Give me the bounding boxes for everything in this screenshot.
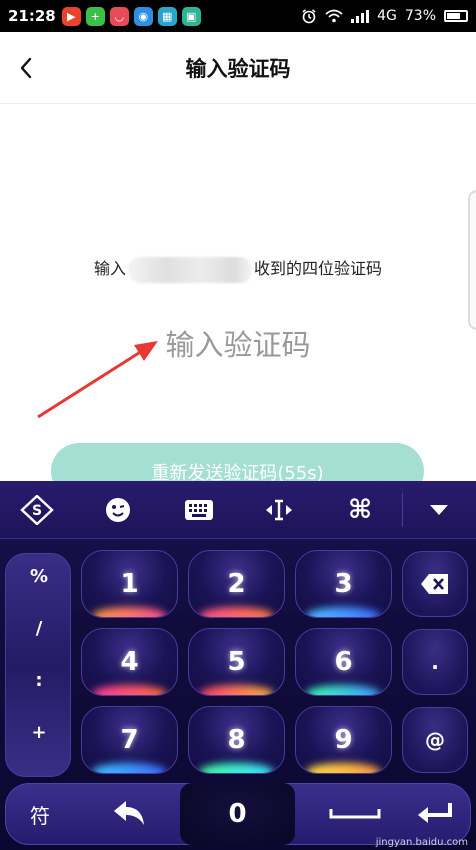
symbol-key[interactable]: %	[6, 566, 72, 587]
annotation-arrow-icon	[37, 341, 158, 419]
redacted-phone-number	[128, 256, 252, 283]
symbol-key[interactable]: +	[6, 722, 72, 743]
undo-arrow-icon	[114, 801, 144, 825]
chevron-left-icon	[20, 57, 32, 79]
verification-prompt: 输入 收到的四位验证码	[0, 255, 476, 283]
key-7[interactable]: 7	[81, 706, 178, 774]
plus-app-icon: +	[85, 6, 105, 26]
collapse-icon[interactable]	[422, 495, 456, 525]
prompt-prefix: 输入	[93, 259, 126, 278]
network-type: 4G	[377, 8, 397, 24]
watermark-text: jingyan.baidu.com	[375, 837, 468, 848]
scan-app-icon: ▣	[181, 6, 201, 26]
alarm-icon	[302, 9, 316, 24]
symbol-key[interactable]: /	[6, 618, 72, 639]
at-key[interactable]: @	[402, 707, 468, 773]
toolbar-divider	[402, 493, 403, 527]
key-1[interactable]: 1	[81, 550, 178, 618]
key-4[interactable]: 4	[81, 628, 178, 696]
keyboard-toolbar: S ⌘	[0, 481, 476, 539]
return-key[interactable]	[100, 789, 160, 839]
symbol-column: % / : +	[5, 553, 71, 777]
status-right: 4G 73%	[301, 8, 468, 24]
key-5[interactable]: 5	[188, 628, 285, 696]
soft-keyboard: S ⌘ % /: + 1 2 3 4 5 6 7 8 9 . @ 符 0 ji…	[0, 481, 476, 850]
camera-app-icon: ◉	[133, 6, 153, 26]
header: 输入验证码	[0, 32, 476, 104]
keyboard-app-icon: ▦	[157, 6, 177, 26]
keyboard-icon[interactable]	[182, 495, 216, 525]
video-app-icon: ▶	[61, 6, 81, 26]
space-key[interactable]	[320, 789, 390, 839]
cursor-move-icon[interactable]	[262, 495, 296, 525]
backspace-icon	[421, 574, 448, 594]
battery-icon	[444, 10, 468, 22]
prompt-suffix: 收到的四位验证码	[254, 259, 383, 278]
screen: 21:28 ▶ + ◡ ◉ ▦ ▣ 4G 73% 输入验证码 输入 收到的四位验…	[0, 0, 476, 850]
space-bar-icon	[329, 809, 381, 819]
symbol-key[interactable]: :	[6, 670, 72, 691]
status-time: 21:28	[8, 7, 56, 25]
notification-icons: ▶ + ◡ ◉ ▦ ▣	[61, 6, 201, 26]
enter-icon	[418, 803, 452, 823]
symbols-key[interactable]: 符	[10, 789, 70, 839]
command-icon[interactable]: ⌘	[343, 495, 377, 525]
sogou-logo-icon[interactable]: S	[20, 495, 54, 525]
status-bar: 21:28 ▶ + ◡ ◉ ▦ ▣ 4G 73%	[0, 0, 476, 32]
signal-icon	[351, 9, 370, 23]
shop-app-icon: ◡	[109, 6, 129, 26]
wifi-icon	[325, 9, 343, 23]
page-title: 输入验证码	[185, 56, 291, 81]
key-8[interactable]: 8	[188, 706, 285, 774]
battery-percent: 73%	[404, 8, 436, 24]
key-3[interactable]: 3	[295, 550, 392, 618]
emoji-icon[interactable]	[101, 495, 135, 525]
key-0[interactable]: 0	[195, 789, 280, 839]
key-2[interactable]: 2	[188, 550, 285, 618]
enter-key[interactable]	[405, 789, 465, 839]
key-6[interactable]: 6	[295, 628, 392, 696]
dot-key[interactable]: .	[402, 629, 468, 695]
backspace-key[interactable]	[402, 551, 468, 617]
back-button[interactable]	[10, 50, 42, 86]
key-9[interactable]: 9	[295, 706, 392, 774]
svg-text:S: S	[32, 503, 42, 519]
